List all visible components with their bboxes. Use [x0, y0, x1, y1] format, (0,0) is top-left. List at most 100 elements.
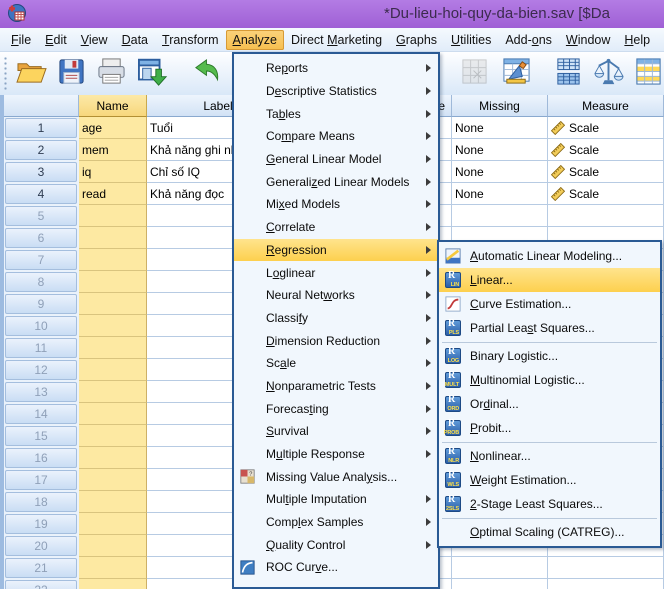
regression-item-probit[interactable]: R PROB Probit... [439, 416, 660, 440]
menu-transform[interactable]: Transform [155, 30, 226, 50]
col-header-rowhdr[interactable] [4, 95, 79, 117]
menu-help[interactable]: Help [617, 30, 657, 50]
menu-analyze[interactable]: Analyze [225, 29, 284, 50]
row-header-9[interactable]: 9 [5, 294, 77, 314]
cell-name-12[interactable] [79, 359, 147, 381]
menu-edit[interactable]: Edit [38, 30, 74, 50]
analyze-item-quality-control[interactable]: Quality Control [234, 533, 438, 556]
split-file-button[interactable] [549, 56, 587, 92]
print-button[interactable] [92, 56, 130, 92]
cell-name-4[interactable]: read [79, 183, 147, 205]
regression-item-partial-least-squares[interactable]: R PLS Partial Least Squares... [439, 316, 660, 340]
toolbar-drag-handle[interactable] [3, 56, 8, 91]
analyze-item-roc-curve[interactable]: ROC Curve... [234, 556, 438, 579]
analyze-item-multiple-response[interactable]: Multiple Response [234, 443, 438, 466]
goto-case-button[interactable] [455, 56, 493, 92]
variables-button[interactable] [497, 56, 535, 92]
row-header-7[interactable]: 7 [5, 250, 77, 270]
cell-name-1[interactable]: age [79, 117, 147, 139]
cell-name-5[interactable] [79, 205, 147, 227]
cell-missing-1[interactable]: None [452, 117, 548, 139]
analyze-item-mixed-models[interactable]: Mixed Models [234, 193, 438, 216]
menu-file[interactable]: File [4, 30, 38, 50]
cell-name-3[interactable]: iq [79, 161, 147, 183]
weight-cases-button[interactable] [589, 56, 627, 92]
cell-missing-3[interactable]: None [452, 161, 548, 183]
cell-name-14[interactable] [79, 403, 147, 425]
row-header-12[interactable]: 12 [5, 360, 77, 380]
regression-item-weight-estimation[interactable]: R WLS Weight Estimation... [439, 468, 660, 492]
cell-name-19[interactable] [79, 513, 147, 535]
analyze-item-classify[interactable]: Classify [234, 307, 438, 330]
menu-add-ons[interactable]: Add-ons [498, 30, 559, 50]
row-header-20[interactable]: 20 [5, 536, 77, 556]
regression-item-ordinal[interactable]: R ORD Ordinal... [439, 392, 660, 416]
cell-measure-3[interactable]: Scale [548, 161, 664, 183]
title-bar[interactable]: *Du-lieu-hoi-quy-da-bien.sav [$Da [0, 0, 664, 28]
row-header-8[interactable]: 8 [5, 272, 77, 292]
regression-item-linear[interactable]: R LIN Linear... [439, 268, 660, 292]
menu-graphs[interactable]: Graphs [389, 30, 444, 50]
cell-measure-21[interactable] [548, 557, 664, 579]
analyze-item-regression[interactable]: Regression [234, 238, 438, 262]
cell-missing-4[interactable]: None [452, 183, 548, 205]
analyze-item-neural-networks[interactable]: Neural Networks [234, 284, 438, 307]
cell-measure-2[interactable]: Scale [548, 139, 664, 161]
regression-item-2-stage-least-squares[interactable]: R 2SLS 2-Stage Least Squares... [439, 492, 660, 516]
analyze-item-survival[interactable]: Survival [234, 420, 438, 443]
analyze-item-compare-means[interactable]: Compare Means [234, 125, 438, 148]
regression-item-automatic-linear-modeling[interactable]: Automatic Linear Modeling... [439, 244, 660, 268]
menu-data[interactable]: Data [115, 30, 155, 50]
row-header-2[interactable]: 2 [5, 140, 77, 160]
regression-item-multinomial-logistic[interactable]: R MULT Multinomial Logistic... [439, 368, 660, 392]
cell-measure-5[interactable] [548, 205, 664, 227]
recall-dialogs-button[interactable] [134, 56, 172, 92]
analyze-item-correlate[interactable]: Correlate [234, 216, 438, 239]
menu-utilities[interactable]: Utilities [444, 30, 498, 50]
analyze-item-missing-value-analysis[interactable]: ? Missing Value Analysis... [234, 465, 438, 488]
cell-name-18[interactable] [79, 491, 147, 513]
row-header-11[interactable]: 11 [5, 338, 77, 358]
col-header-missing[interactable]: Missing [452, 95, 548, 117]
row-header-10[interactable]: 10 [5, 316, 77, 336]
row-header-1[interactable]: 1 [5, 118, 77, 138]
cell-missing-21[interactable] [452, 557, 548, 579]
row-header-15[interactable]: 15 [5, 426, 77, 446]
row-header-18[interactable]: 18 [5, 492, 77, 512]
col-header-name[interactable]: Name [79, 95, 147, 117]
cell-name-20[interactable] [79, 535, 147, 557]
analyze-item-reports[interactable]: Reports [234, 57, 438, 80]
menu-direct-marketing[interactable]: Direct Marketing [284, 30, 389, 50]
cell-name-22[interactable] [79, 579, 147, 589]
cell-missing-5[interactable] [452, 205, 548, 227]
row-header-4[interactable]: 4 [5, 184, 77, 204]
cell-name-9[interactable] [79, 293, 147, 315]
select-cases-button[interactable] [629, 56, 664, 92]
regression-item-curve-estimation[interactable]: Curve Estimation... [439, 292, 660, 316]
analyze-item-loglinear[interactable]: Loglinear [234, 261, 438, 284]
row-header-19[interactable]: 19 [5, 514, 77, 534]
analyze-item-complex-samples[interactable]: Complex Samples [234, 511, 438, 534]
cell-measure-1[interactable]: Scale [548, 117, 664, 139]
cell-name-10[interactable] [79, 315, 147, 337]
analyze-item-forecasting[interactable]: Forecasting [234, 397, 438, 420]
cell-name-6[interactable] [79, 227, 147, 249]
undo-button[interactable] [186, 56, 224, 92]
row-header-16[interactable]: 16 [5, 448, 77, 468]
analyze-item-multiple-imputation[interactable]: Multiple Imputation [234, 488, 438, 511]
cell-missing-2[interactable]: None [452, 139, 548, 161]
row-header-14[interactable]: 14 [5, 404, 77, 424]
cell-name-13[interactable] [79, 381, 147, 403]
cell-name-17[interactable] [79, 469, 147, 491]
row-header-3[interactable]: 3 [5, 162, 77, 182]
cell-name-15[interactable] [79, 425, 147, 447]
menu-window[interactable]: Window [559, 30, 617, 50]
row-header-5[interactable]: 5 [5, 206, 77, 226]
regression-item-nonlinear[interactable]: R NLR Nonlinear... [439, 444, 660, 468]
regression-item-optimal-scaling-catreg[interactable]: Optimal Scaling (CATREG)... [439, 520, 660, 544]
row-header-17[interactable]: 17 [5, 470, 77, 490]
col-header-measure[interactable]: Measure [548, 95, 664, 117]
cell-missing-22[interactable] [452, 579, 548, 589]
analyze-item-general-linear-model[interactable]: General Linear Model [234, 148, 438, 171]
cell-measure-22[interactable] [548, 579, 664, 589]
